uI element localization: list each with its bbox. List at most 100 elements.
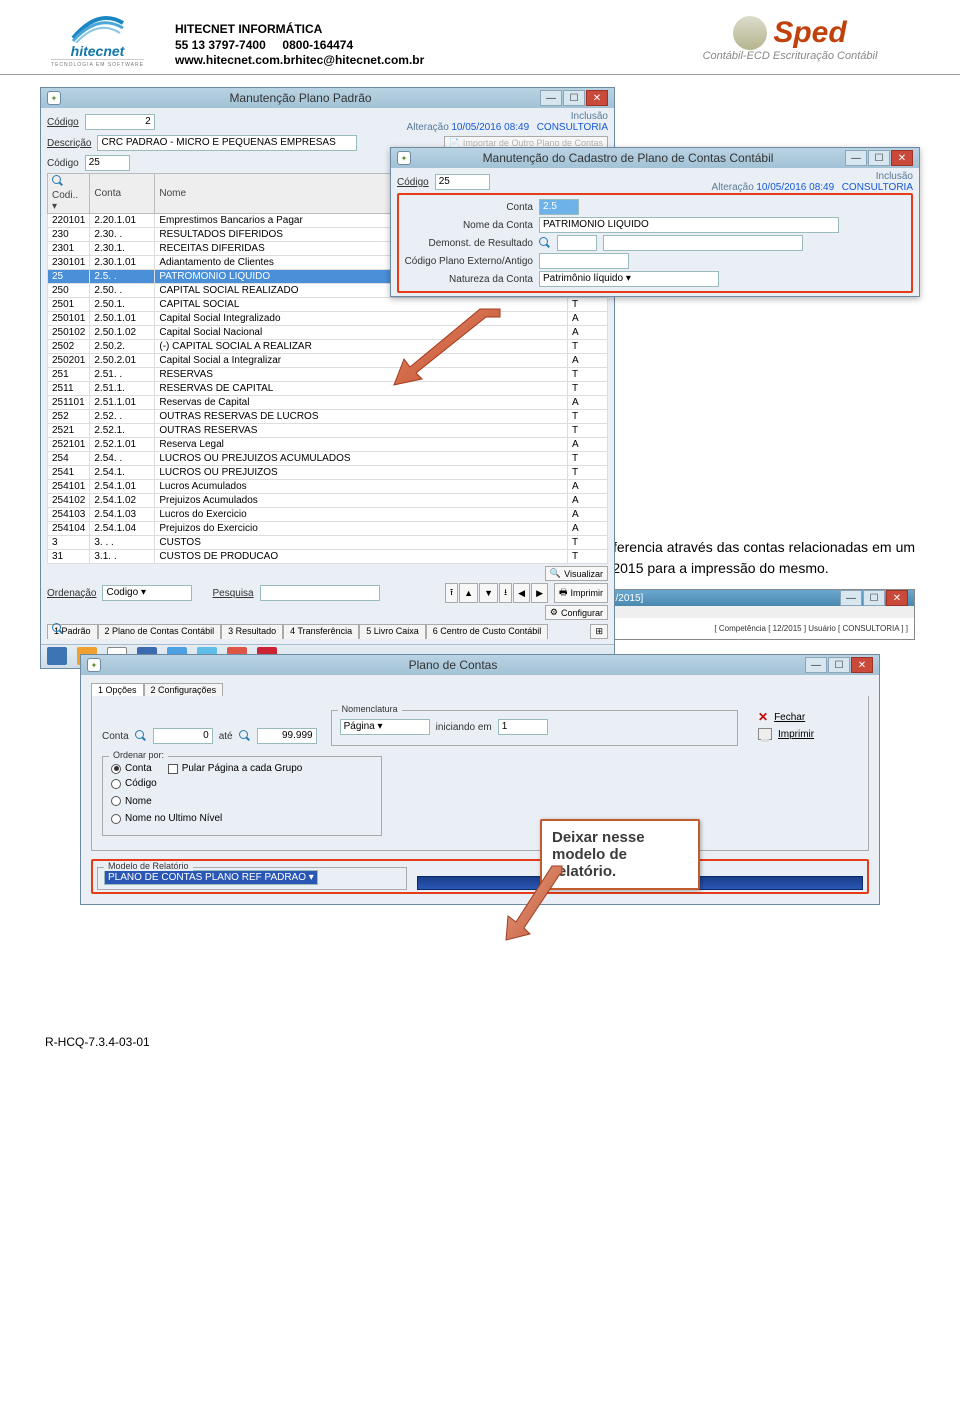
sped-subtitle: Contábil-ECD Escrituração Contábil bbox=[660, 50, 920, 62]
conta-input[interactable]: 2.5 bbox=[539, 199, 579, 215]
descricao-input[interactable]: CRC PADRAO - MICRO E PEQUENAS EMPRESAS bbox=[97, 135, 357, 151]
search-icon[interactable] bbox=[539, 237, 551, 249]
table-row[interactable]: 25412.54.1.LUCROS OU PREJUIZOST bbox=[48, 466, 608, 480]
conta-to-input[interactable]: 99.999 bbox=[257, 728, 317, 744]
table-row[interactable]: 2541032.54.1.03Lucros do ExercicioA bbox=[48, 508, 608, 522]
table-cell: T bbox=[568, 368, 608, 382]
table-cell: T bbox=[568, 550, 608, 564]
titlebar[interactable]: ✦ Plano de Contas —☐✕ bbox=[81, 655, 879, 675]
nav-prev-button[interactable]: ◀ bbox=[513, 583, 530, 603]
nav-first-button[interactable]: ⭱ bbox=[445, 583, 458, 603]
table-cell: 2.50.1.02 bbox=[90, 326, 155, 340]
table-row[interactable]: 2501022.50.1.02Capital Social NacionalA bbox=[48, 326, 608, 340]
maximize-button[interactable]: ☐ bbox=[563, 90, 585, 106]
col-codi[interactable]: Codi.. ▾ bbox=[48, 174, 90, 214]
minimize-button[interactable]: — bbox=[540, 90, 562, 106]
table-row[interactable]: 25022.50.2.(-) CAPITAL SOCIAL A REALIZAR… bbox=[48, 340, 608, 354]
titlebar[interactable]: ✦ Manutenção do Cadastro de Plano de Con… bbox=[391, 148, 919, 168]
table-row[interactable]: 25212.52.1.OUTRAS RESERVAST bbox=[48, 424, 608, 438]
nav-down-button[interactable]: ▼ bbox=[479, 583, 498, 603]
table-row[interactable]: 313.1. .CUSTOS DE PRODUCAOT bbox=[48, 550, 608, 564]
radio-nome-ultimo[interactable]: Nome no Ultimo Nível bbox=[111, 813, 222, 824]
hitecnet-logo: hitecnet TECNOLOGIA EM SOFTWARE bbox=[40, 10, 155, 70]
codigo2-input[interactable]: 25 bbox=[85, 155, 130, 171]
tab-resultado[interactable]: 3 Resultado bbox=[221, 624, 283, 639]
table-row[interactable]: 2512.51. .RESERVAST bbox=[48, 368, 608, 382]
iniciando-label: iniciando em bbox=[436, 722, 492, 733]
visualizar-button[interactable]: 🔍 Visualizar bbox=[545, 566, 608, 581]
check-pular-pagina[interactable]: Pular Página a cada Grupo bbox=[168, 763, 303, 774]
table-row[interactable]: 2541012.54.1.01Lucros AcumuladosA bbox=[48, 480, 608, 494]
table-row[interactable]: 2521012.52.1.01Reserva LegalA bbox=[48, 438, 608, 452]
table-row[interactable]: 2542.54. .LUCROS OU PREJUIZOS ACUMULADOS… bbox=[48, 452, 608, 466]
nav-next-button[interactable]: ▶ bbox=[531, 583, 548, 603]
user-label: CONSULTORIA bbox=[842, 182, 913, 193]
configurar-button[interactable]: ⚙ Configurar bbox=[545, 605, 608, 620]
tab-config[interactable]: 2 Configurações bbox=[144, 683, 224, 696]
minimize-button[interactable]: — bbox=[840, 590, 862, 606]
codigo2-label: Código bbox=[47, 158, 79, 169]
taskbar-item[interactable] bbox=[47, 647, 67, 665]
demonst-input[interactable] bbox=[557, 235, 597, 251]
table-row[interactable]: 25112.51.1.RESERVAS DE CAPITALT bbox=[48, 382, 608, 396]
minimize-button[interactable]: — bbox=[805, 657, 827, 673]
modelo-select[interactable]: PLANO DE CONTAS PLANO REF PADRAO ▾ bbox=[104, 870, 318, 885]
table-row[interactable]: 2541042.54.1.04Prejuizos do ExercicioA bbox=[48, 522, 608, 536]
pesquisa-input[interactable] bbox=[260, 585, 380, 601]
codigo-input[interactable]: 2 bbox=[85, 114, 155, 130]
maximize-button[interactable]: ☐ bbox=[868, 150, 890, 166]
tab-centro-custo[interactable]: 6 Centro de Custo Contábil bbox=[426, 624, 549, 639]
tab-transferencia[interactable]: 4 Transferência bbox=[283, 624, 359, 639]
table-cell: 252 bbox=[48, 410, 90, 424]
table-cell: Lucros Acumulados bbox=[155, 480, 568, 494]
minimize-button[interactable]: — bbox=[845, 150, 867, 166]
demonst-desc-input[interactable] bbox=[603, 235, 803, 251]
table-row[interactable]: 2541022.54.1.02Prejuizos AcumuladosA bbox=[48, 494, 608, 508]
expand-button[interactable]: ⊞ bbox=[590, 624, 608, 639]
fechar-button[interactable]: ✕Fechar bbox=[758, 710, 858, 724]
titlebar[interactable]: ✦ Manutenção Plano Padrão — ☐ ✕ bbox=[41, 88, 614, 108]
table-row[interactable]: 2522.52. .OUTRAS RESERVAS DE LUCROST bbox=[48, 410, 608, 424]
maximize-button[interactable]: ☐ bbox=[863, 590, 885, 606]
natureza-select[interactable]: Patrimônio líquido ▾ bbox=[539, 271, 719, 287]
website: www.hitecnet.com.br bbox=[175, 53, 295, 67]
table-cell: A bbox=[568, 312, 608, 326]
maximize-button[interactable]: ☐ bbox=[828, 657, 850, 673]
tab-plano-contas[interactable]: 2 Plano de Contas Contábil bbox=[98, 624, 222, 639]
imprimir-button[interactable]: Imprimir bbox=[758, 728, 858, 740]
table-row[interactable]: 2501012.50.1.01Capital Social Integraliz… bbox=[48, 312, 608, 326]
table-cell: OUTRAS RESERVAS bbox=[155, 424, 568, 438]
radio-nome[interactable]: Nome bbox=[111, 796, 152, 807]
imprimir-button[interactable]: 🖶 Imprimir bbox=[554, 583, 608, 603]
close-button[interactable]: ✕ bbox=[851, 657, 873, 673]
search-icon[interactable] bbox=[135, 730, 147, 742]
tab-opcoes[interactable]: 1 Opções bbox=[91, 683, 144, 696]
col-conta[interactable]: Conta bbox=[90, 174, 155, 214]
iniciando-input[interactable]: 1 bbox=[498, 719, 548, 735]
company-name: HITECNET INFORMÁTICA bbox=[175, 22, 424, 38]
conta-from-input[interactable]: 0 bbox=[153, 728, 213, 744]
codigo-input[interactable]: 25 bbox=[435, 174, 490, 190]
search-icon[interactable] bbox=[52, 623, 64, 635]
table-row[interactable]: 25012.50.1.CAPITAL SOCIALT bbox=[48, 298, 608, 312]
close-button[interactable]: ✕ bbox=[586, 90, 608, 106]
ordenacao-select[interactable]: Codigo ▾ bbox=[102, 585, 192, 601]
radio-conta[interactable]: Conta bbox=[111, 763, 152, 774]
nav-up-button[interactable]: ▲ bbox=[459, 583, 478, 603]
inclusao-label: Inclusão bbox=[407, 111, 608, 122]
pagina-select[interactable]: Página ▾ bbox=[340, 719, 430, 735]
table-row[interactable]: 33. . .CUSTOST bbox=[48, 536, 608, 550]
close-button[interactable]: ✕ bbox=[886, 590, 908, 606]
table-row[interactable]: 2511012.51.1.01Reservas de CapitalA bbox=[48, 396, 608, 410]
nome-conta-input[interactable]: PATRIMONIO LIQUIDO bbox=[539, 217, 839, 233]
table-row[interactable]: 2502012.50.2.01Capital Social a Integral… bbox=[48, 354, 608, 368]
nav-last-button[interactable]: ⭳ bbox=[499, 583, 512, 603]
close-button[interactable]: ✕ bbox=[891, 150, 913, 166]
radio-codigo[interactable]: Código bbox=[111, 778, 157, 789]
tab-livro-caixa[interactable]: 5 Livro Caixa bbox=[359, 624, 426, 639]
natureza-label: Natureza da Conta bbox=[403, 274, 533, 285]
cod-plano-input[interactable] bbox=[539, 253, 629, 269]
search-icon[interactable] bbox=[239, 730, 251, 742]
table-cell: 2.54.1.04 bbox=[90, 522, 155, 536]
table-cell: 2.30.1.01 bbox=[90, 256, 155, 270]
